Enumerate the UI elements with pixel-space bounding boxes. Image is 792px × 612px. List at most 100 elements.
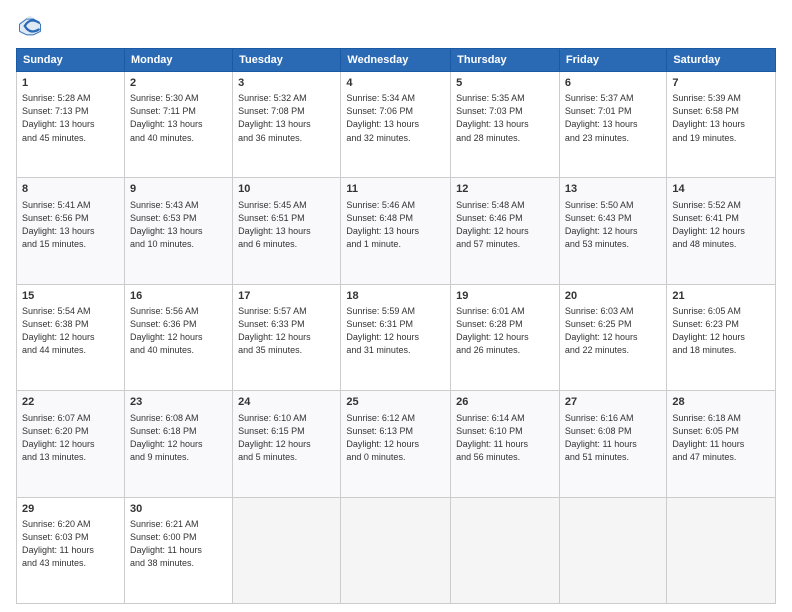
day-number: 9: [130, 182, 227, 197]
calendar-cell: 5Sunrise: 5:35 AMSunset: 7:03 PMDaylight…: [451, 72, 560, 178]
day-info: Sunrise: 5:43 AMSunset: 6:53 PMDaylight:…: [130, 199, 227, 251]
calendar-cell: 14 Sunrise: 5:52 AMSunset: 6:41 PMDayligh…: [667, 178, 776, 284]
day-info: Sunrise: 5:57 AMSunset: 6:33 PMDaylight:…: [238, 305, 335, 357]
calendar-cell: 20Sunrise: 6:03 AMSunset: 6:25 PMDayligh…: [559, 284, 666, 390]
day-info: Sunrise: 6:14 AMSunset: 6:10 PMDaylight:…: [456, 412, 554, 464]
calendar-cell: [667, 497, 776, 603]
weekday-header-monday: Monday: [124, 49, 232, 72]
calendar-cell: [559, 497, 666, 603]
weekday-header-sunday: Sunday: [17, 49, 125, 72]
day-number: 1: [22, 76, 119, 91]
day-number: 20: [565, 289, 661, 304]
calendar-cell: 26Sunrise: 6:14 AMSunset: 6:10 PMDayligh…: [451, 391, 560, 497]
day-number: 6: [565, 76, 661, 91]
calendar-cell: 3Sunrise: 5:32 AMSunset: 7:08 PMDaylight…: [233, 72, 341, 178]
weekday-header-wednesday: Wednesday: [341, 49, 451, 72]
day-number: 12: [456, 182, 554, 197]
day-info: Sunrise: 5:34 AMSunset: 7:06 PMDaylight:…: [346, 92, 445, 144]
day-number: 13: [565, 182, 661, 197]
day-info: Sunrise: 6:08 AMSunset: 6:18 PMDaylight:…: [130, 412, 227, 464]
calendar-week-4: 22 Sunrise: 6:07 AMSunset: 6:20 PMDayligh…: [17, 391, 776, 497]
day-info: Sunrise: 5:41 AMSunset: 6:56 PMDaylight:…: [22, 199, 119, 251]
calendar-cell: 4Sunrise: 5:34 AMSunset: 7:06 PMDaylight…: [341, 72, 451, 178]
calendar-cell: 24 Sunrise: 6:10 AMSunset: 6:15 PMDayligh…: [233, 391, 341, 497]
calendar-cell: 27Sunrise: 6:16 AMSunset: 6:08 PMDayligh…: [559, 391, 666, 497]
day-info: Sunrise: 6:10 AMSunset: 6:15 PMDaylight:…: [238, 412, 335, 464]
calendar-cell: 10 Sunrise: 5:45 AMSunset: 6:51 PMDayligh…: [233, 178, 341, 284]
calendar-week-3: 15Sunrise: 5:54 AMSunset: 6:38 PMDayligh…: [17, 284, 776, 390]
day-info: Sunrise: 6:07 AMSunset: 6:20 PMDaylight:…: [22, 412, 119, 464]
calendar-cell: 18Sunrise: 5:59 AMSunset: 6:31 PMDayligh…: [341, 284, 451, 390]
day-number: 24: [238, 395, 335, 410]
day-info: Sunrise: 5:46 AMSunset: 6:48 PMDaylight:…: [346, 199, 445, 251]
day-info: Sunrise: 6:21 AMSunset: 6:00 PMDaylight:…: [130, 518, 227, 570]
calendar-cell: 25 Sunrise: 6:12 AMSunset: 6:13 PMDayligh…: [341, 391, 451, 497]
day-info: Sunrise: 5:56 AMSunset: 6:36 PMDaylight:…: [130, 305, 227, 357]
day-info: Sunrise: 5:54 AMSunset: 6:38 PMDaylight:…: [22, 305, 119, 357]
weekday-header-friday: Friday: [559, 49, 666, 72]
logo: [16, 12, 48, 40]
day-number: 10: [238, 182, 335, 197]
day-number: 30: [130, 502, 227, 517]
day-number: 28: [672, 395, 770, 410]
calendar-cell: 28 Sunrise: 6:18 AMSunset: 6:05 PMDayligh…: [667, 391, 776, 497]
day-info: Sunrise: 5:30 AMSunset: 7:11 PMDaylight:…: [130, 92, 227, 144]
page: SundayMondayTuesdayWednesdayThursdayFrid…: [0, 0, 792, 612]
calendar-cell: 15Sunrise: 5:54 AMSunset: 6:38 PMDayligh…: [17, 284, 125, 390]
calendar-cell: 16Sunrise: 5:56 AMSunset: 6:36 PMDayligh…: [124, 284, 232, 390]
day-info: Sunrise: 6:20 AMSunset: 6:03 PMDaylight:…: [22, 518, 119, 570]
calendar-cell: 21Sunrise: 6:05 AMSunset: 6:23 PMDayligh…: [667, 284, 776, 390]
day-number: 4: [346, 76, 445, 91]
logo-icon: [16, 12, 44, 40]
weekday-header-thursday: Thursday: [451, 49, 560, 72]
day-info: Sunrise: 5:52 AMSunset: 6:41 PMDaylight:…: [672, 199, 770, 251]
calendar-cell: 7Sunrise: 5:39 AMSunset: 6:58 PMDaylight…: [667, 72, 776, 178]
day-number: 11: [346, 182, 445, 197]
calendar-cell: 29Sunrise: 6:20 AMSunset: 6:03 PMDayligh…: [17, 497, 125, 603]
calendar-cell: 8 Sunrise: 5:41 AMSunset: 6:56 PMDaylight…: [17, 178, 125, 284]
day-number: 18: [346, 289, 445, 304]
day-info: Sunrise: 6:05 AMSunset: 6:23 PMDaylight:…: [672, 305, 770, 357]
day-number: 23: [130, 395, 227, 410]
day-info: Sunrise: 5:50 AMSunset: 6:43 PMDaylight:…: [565, 199, 661, 251]
calendar-cell: 6Sunrise: 5:37 AMSunset: 7:01 PMDaylight…: [559, 72, 666, 178]
day-info: Sunrise: 6:12 AMSunset: 6:13 PMDaylight:…: [346, 412, 445, 464]
day-number: 21: [672, 289, 770, 304]
day-info: Sunrise: 5:45 AMSunset: 6:51 PMDaylight:…: [238, 199, 335, 251]
calendar-cell: 17Sunrise: 5:57 AMSunset: 6:33 PMDayligh…: [233, 284, 341, 390]
day-number: 8: [22, 182, 119, 197]
day-number: 29: [22, 502, 119, 517]
day-info: Sunrise: 6:01 AMSunset: 6:28 PMDaylight:…: [456, 305, 554, 357]
calendar-cell: 2Sunrise: 5:30 AMSunset: 7:11 PMDaylight…: [124, 72, 232, 178]
day-number: 16: [130, 289, 227, 304]
weekday-header-tuesday: Tuesday: [233, 49, 341, 72]
day-number: 22: [22, 395, 119, 410]
day-number: 14: [672, 182, 770, 197]
day-info: Sunrise: 5:35 AMSunset: 7:03 PMDaylight:…: [456, 92, 554, 144]
calendar-cell: 19Sunrise: 6:01 AMSunset: 6:28 PMDayligh…: [451, 284, 560, 390]
calendar-cell: 23 Sunrise: 6:08 AMSunset: 6:18 PMDayligh…: [124, 391, 232, 497]
day-number: 25: [346, 395, 445, 410]
day-info: Sunrise: 5:48 AMSunset: 6:46 PMDaylight:…: [456, 199, 554, 251]
calendar-cell: 12 Sunrise: 5:48 AMSunset: 6:46 PMDayligh…: [451, 178, 560, 284]
day-info: Sunrise: 5:32 AMSunset: 7:08 PMDaylight:…: [238, 92, 335, 144]
day-info: Sunrise: 6:03 AMSunset: 6:25 PMDaylight:…: [565, 305, 661, 357]
day-info: Sunrise: 6:18 AMSunset: 6:05 PMDaylight:…: [672, 412, 770, 464]
calendar-cell: 11 Sunrise: 5:46 AMSunset: 6:48 PMDayligh…: [341, 178, 451, 284]
day-info: Sunrise: 6:16 AMSunset: 6:08 PMDaylight:…: [565, 412, 661, 464]
day-info: Sunrise: 5:37 AMSunset: 7:01 PMDaylight:…: [565, 92, 661, 144]
day-number: 19: [456, 289, 554, 304]
calendar-cell: 22 Sunrise: 6:07 AMSunset: 6:20 PMDayligh…: [17, 391, 125, 497]
day-info: Sunrise: 5:59 AMSunset: 6:31 PMDaylight:…: [346, 305, 445, 357]
calendar-cell: 9 Sunrise: 5:43 AMSunset: 6:53 PMDaylight…: [124, 178, 232, 284]
calendar-cell: [451, 497, 560, 603]
calendar-week-1: 1Sunrise: 5:28 AMSunset: 7:13 PMDaylight…: [17, 72, 776, 178]
calendar-cell: 13 Sunrise: 5:50 AMSunset: 6:43 PMDayligh…: [559, 178, 666, 284]
calendar-table: SundayMondayTuesdayWednesdayThursdayFrid…: [16, 48, 776, 604]
day-number: 17: [238, 289, 335, 304]
weekday-header-row: SundayMondayTuesdayWednesdayThursdayFrid…: [17, 49, 776, 72]
day-number: 15: [22, 289, 119, 304]
calendar-cell: 1Sunrise: 5:28 AMSunset: 7:13 PMDaylight…: [17, 72, 125, 178]
day-info: Sunrise: 5:28 AMSunset: 7:13 PMDaylight:…: [22, 92, 119, 144]
day-number: 2: [130, 76, 227, 91]
